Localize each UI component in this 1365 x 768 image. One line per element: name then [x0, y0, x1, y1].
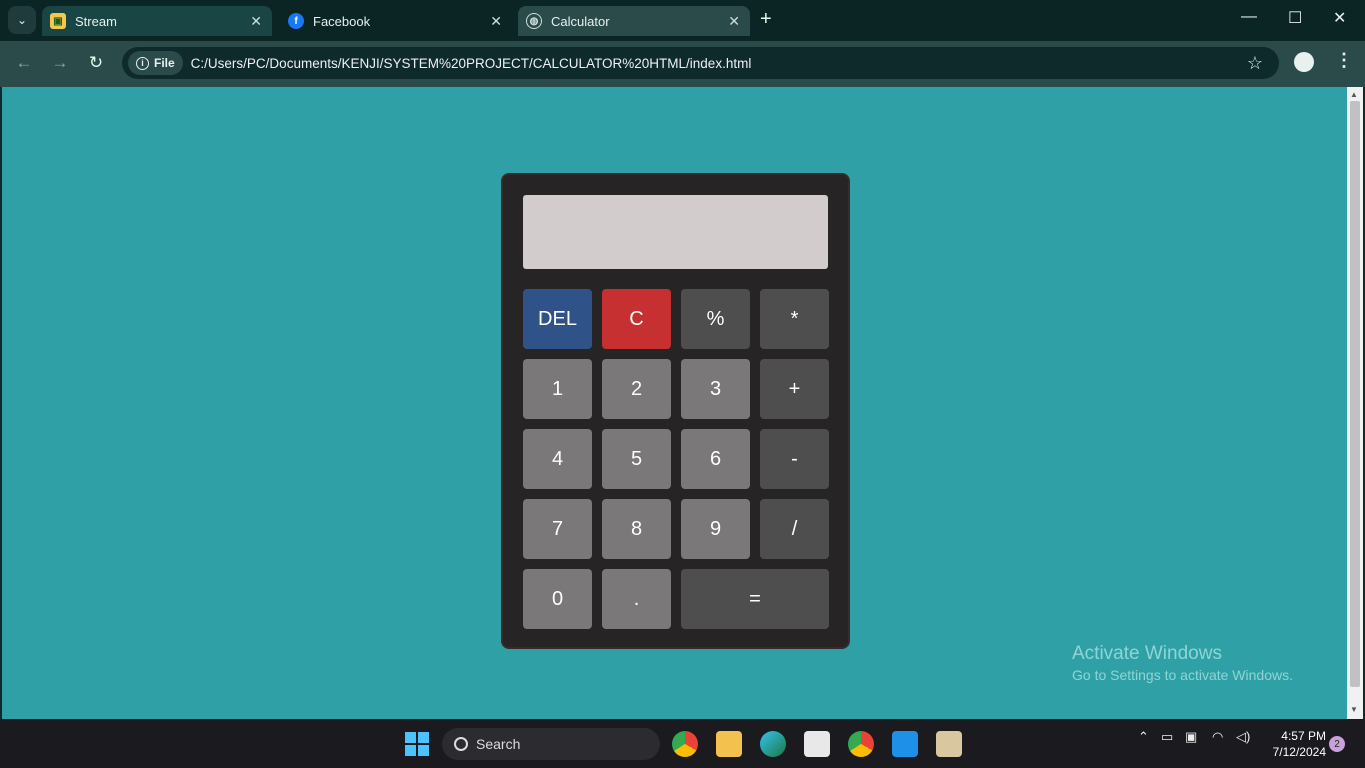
digit-8-button[interactable]: 8	[602, 499, 671, 559]
del-button[interactable]: DEL	[523, 289, 592, 349]
url-text[interactable]: C:/Users/PC/Documents/KENJI/SYSTEM%20PRO…	[191, 56, 752, 71]
decimal-button[interactable]: .	[602, 569, 671, 629]
wifi-icon[interactable]: ◠	[1212, 729, 1223, 745]
tab-stream[interactable]: ▣ Stream ✕	[42, 6, 272, 36]
taskbar: Search ⌃ ▭ ▣ ◠ ◁) 4:57 PM 7/12/2024 2	[0, 719, 1365, 768]
site-info-label: File	[154, 56, 175, 70]
close-tab-icon[interactable]: ✕	[490, 13, 502, 30]
plus-button[interactable]: +	[760, 359, 829, 419]
minimize-icon[interactable]: —	[1241, 8, 1257, 26]
forward-arrow-icon[interactable]: →	[49, 53, 71, 73]
facebook-icon: f	[288, 13, 304, 29]
page-viewport: DEL C % * 1 2 3 + 4 5 6 - 7 8 9 / 0 . = …	[2, 87, 1347, 719]
volume-icon[interactable]: ◁)	[1236, 729, 1250, 745]
digit-7-button[interactable]: 7	[523, 499, 592, 559]
address-bar[interactable]: i File C:/Users/PC/Documents/KENJI/SYSTE…	[122, 47, 1279, 79]
tab-label: Facebook	[313, 13, 371, 29]
microsoft-store-icon[interactable]	[804, 731, 830, 757]
chrome-profile-icon[interactable]	[672, 731, 698, 757]
profile-avatar-icon[interactable]	[1294, 52, 1314, 72]
info-icon: i	[136, 56, 149, 70]
back-arrow-icon[interactable]: ←	[13, 53, 35, 73]
site-info-chip[interactable]: i File	[128, 51, 183, 75]
reload-icon[interactable]: ↻	[85, 53, 107, 73]
tab-label: Stream	[75, 13, 117, 29]
monitor-icon[interactable]: ▭	[1161, 729, 1173, 745]
scroll-thumb[interactable]	[1350, 101, 1360, 687]
watermark-subtitle: Go to Settings to activate Windows.	[1072, 667, 1293, 683]
bookmark-star-icon[interactable]: ☆	[1247, 53, 1263, 74]
equals-button[interactable]: =	[681, 569, 829, 629]
digit-1-button[interactable]: 1	[523, 359, 592, 419]
tab-strip: ⌄ ▣ Stream ✕ f Facebook ✕ ◍ Calculator ✕…	[0, 0, 1365, 41]
search-label: Search	[476, 736, 521, 752]
divide-button[interactable]: /	[760, 499, 829, 559]
multiply-button[interactable]: *	[760, 289, 829, 349]
calculator-display	[523, 195, 828, 269]
digit-9-button[interactable]: 9	[681, 499, 750, 559]
search-icon	[454, 737, 468, 751]
new-tab-icon[interactable]: +	[760, 9, 772, 29]
windows-start-icon[interactable]	[404, 731, 430, 757]
digit-0-button[interactable]: 0	[523, 569, 592, 629]
minus-button[interactable]: -	[760, 429, 829, 489]
app-icon[interactable]	[936, 731, 962, 757]
clear-button[interactable]: C	[602, 289, 671, 349]
calculator: DEL C % * 1 2 3 + 4 5 6 - 7 8 9 / 0 . =	[501, 173, 850, 649]
maximize-icon[interactable]: ☐	[1288, 8, 1302, 28]
clock[interactable]: 4:57 PM 7/12/2024	[1262, 728, 1326, 760]
close-tab-icon[interactable]: ✕	[728, 13, 740, 30]
digit-5-button[interactable]: 5	[602, 429, 671, 489]
percent-button[interactable]: %	[681, 289, 750, 349]
network-app-icon[interactable]: ▣	[1185, 729, 1197, 745]
clock-date: 7/12/2024	[1272, 745, 1326, 759]
chevron-down-icon: ⌄	[16, 13, 28, 27]
notification-badge[interactable]: 2	[1329, 736, 1345, 752]
scroll-down-icon[interactable]: ▼	[1350, 705, 1358, 714]
tab-calculator[interactable]: ◍ Calculator ✕	[518, 6, 750, 36]
scroll-up-icon[interactable]: ▲	[1350, 90, 1358, 99]
digit-4-button[interactable]: 4	[523, 429, 592, 489]
file-explorer-icon[interactable]	[716, 731, 742, 757]
vscode-icon[interactable]	[892, 731, 918, 757]
watermark-title: Activate Windows	[1072, 643, 1222, 664]
menu-kebab-icon[interactable]: ⋮	[1335, 50, 1353, 71]
taskbar-search[interactable]: Search	[442, 728, 660, 760]
digit-2-button[interactable]: 2	[602, 359, 671, 419]
clock-time: 4:57 PM	[1281, 729, 1326, 743]
digit-3-button[interactable]: 3	[681, 359, 750, 419]
globe-icon: ◍	[526, 13, 542, 29]
vertical-scrollbar[interactable]: ▲ ▼	[1347, 87, 1363, 719]
close-tab-icon[interactable]: ✕	[250, 13, 262, 30]
tray-chevron-up-icon[interactable]: ⌃	[1138, 729, 1149, 745]
activate-windows-watermark: Activate Windows Go to Settings to activ…	[1072, 643, 1293, 683]
chrome-icon[interactable]	[848, 731, 874, 757]
browser-toolbar: ← → ↻ i File C:/Users/PC/Documents/KENJI…	[0, 41, 1365, 87]
digit-6-button[interactable]: 6	[681, 429, 750, 489]
stream-icon: ▣	[50, 13, 66, 29]
tab-facebook[interactable]: f Facebook ✕	[280, 6, 512, 36]
edge-icon[interactable]	[760, 731, 786, 757]
close-window-icon[interactable]: ✕	[1333, 8, 1346, 28]
tab-label: Calculator	[551, 13, 610, 29]
tab-search-button[interactable]: ⌄	[8, 6, 36, 34]
